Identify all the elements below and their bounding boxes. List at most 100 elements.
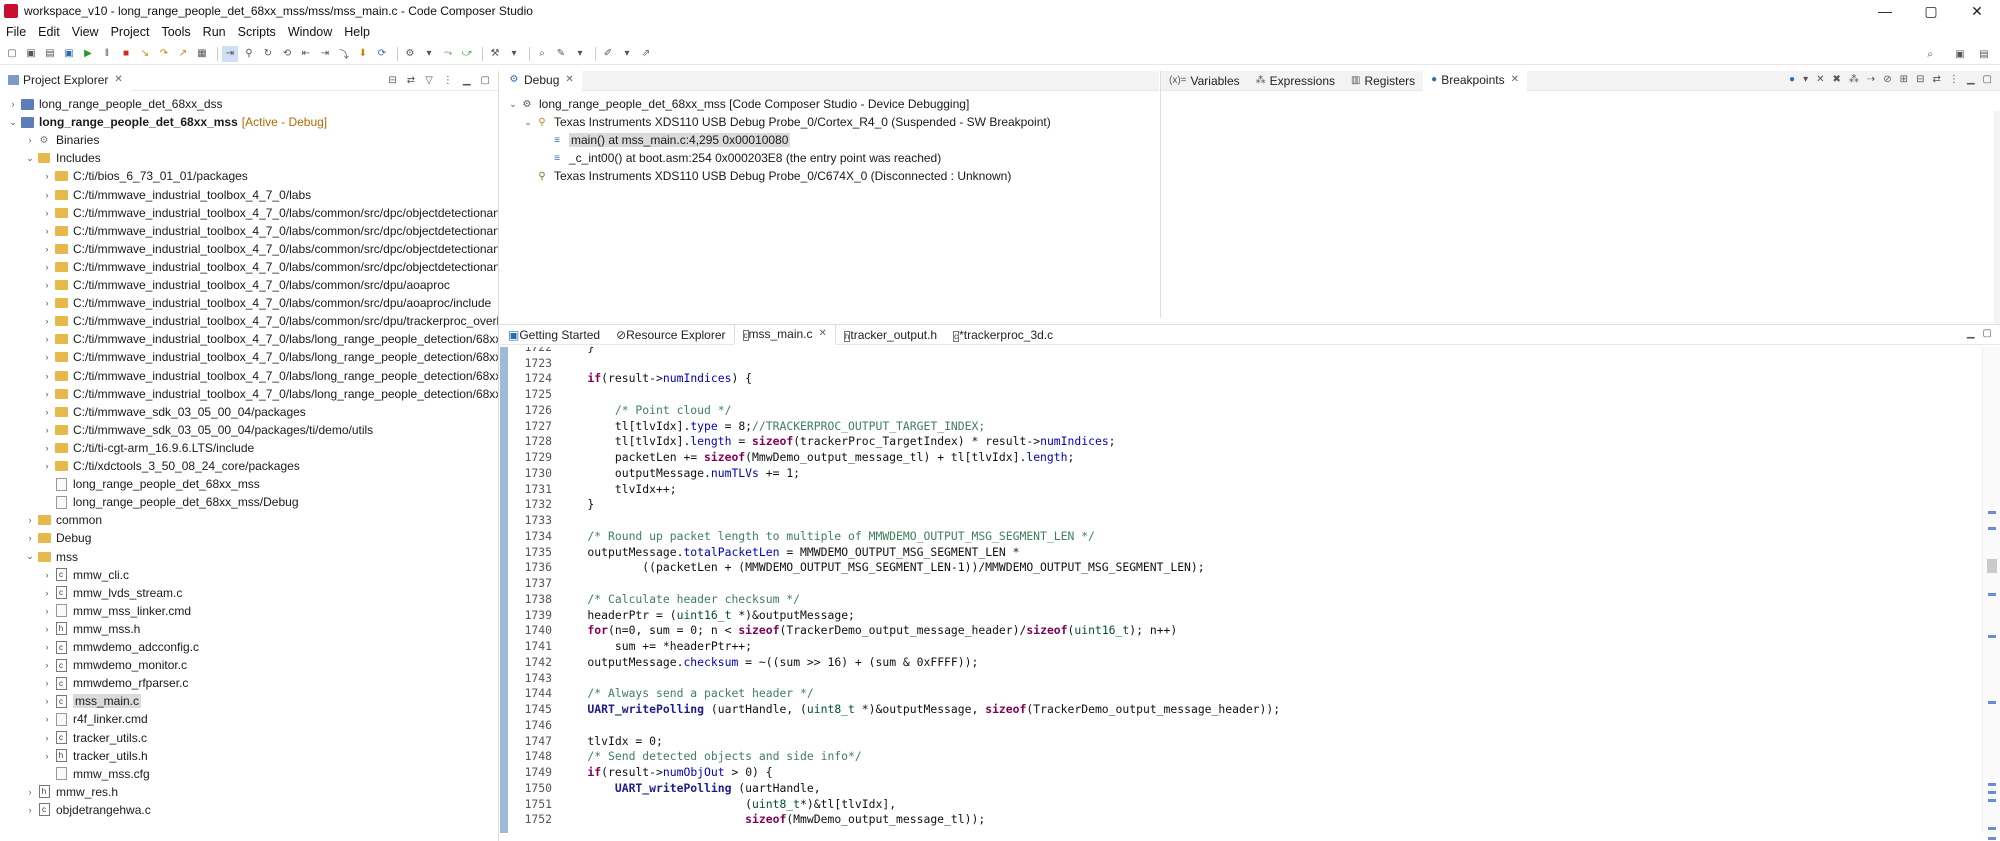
tab-project-explorer[interactable]: Project Explorer ✕: [0, 70, 131, 91]
tools-icon[interactable]: ⚒: [487, 46, 503, 62]
reset-icon[interactable]: ↻: [260, 46, 276, 62]
editor-tab[interactable]: ▣ Getting Started: [500, 325, 608, 345]
expand-icon[interactable]: ›: [42, 624, 52, 634]
expand-icon[interactable]: ›: [42, 208, 52, 218]
close-tab-icon[interactable]: ✕: [114, 74, 122, 85]
minimize-view-icon[interactable]: ▁: [463, 75, 471, 86]
maximize-view-icon[interactable]: ▢: [481, 75, 490, 86]
expand-icon[interactable]: ›: [25, 805, 35, 815]
build-dropdown-icon[interactable]: ▾: [421, 46, 437, 62]
menu-help[interactable]: Help: [344, 25, 370, 39]
tree-item[interactable]: › C:/ti/mmwave_industrial_toolbox_4_7_0/l…: [42, 258, 499, 276]
step-over-icon[interactable]: ↷: [156, 46, 172, 62]
instruction-step-icon[interactable]: ⇥: [222, 45, 238, 62]
debug-tree-item[interactable]: ≡ main() at mss_main.c:4,295 0x00010080: [538, 131, 791, 149]
tree-item[interactable]: › C:/ti/mmwave_industrial_toolbox_4_7_0/l…: [42, 367, 499, 385]
tree-item[interactable]: › c mmwdemo_monitor.c: [42, 656, 188, 674]
save-icon[interactable]: ▣: [23, 46, 39, 62]
debug-tree-item[interactable]: ⌄ ⚲ Texas Instruments XDS110 USB Debug Pro…: [523, 113, 1050, 131]
expand-icon[interactable]: ›: [42, 352, 52, 362]
expand-icon[interactable]: ›: [25, 787, 35, 797]
maximize-editor-icon[interactable]: ▢: [1983, 328, 1992, 339]
code-area[interactable]: 1722 }17231724 if(result->numIndices) {1…: [508, 347, 1970, 833]
build-icon[interactable]: ⚙: [402, 46, 418, 62]
tree-item[interactable]: › C:/ti/mmwave_industrial_toolbox_4_7_0/l…: [42, 186, 312, 204]
expand-icon[interactable]: ›: [42, 262, 52, 272]
open-external-icon[interactable]: ⇗: [638, 46, 654, 62]
expand-icon[interactable]: ›: [25, 135, 35, 145]
tree-item[interactable]: › c mmw_cli.c: [42, 566, 130, 584]
expand-icon[interactable]: ›: [42, 696, 52, 706]
pen-dropdown-icon[interactable]: ▾: [619, 46, 635, 62]
tree-item[interactable]: › mmw_mss_linker.cmd: [42, 602, 192, 620]
close-tab-icon[interactable]: ✕: [819, 328, 827, 339]
menu-view[interactable]: View: [72, 25, 99, 39]
collapse-icon[interactable]: ⌄: [8, 117, 18, 128]
expand-icon[interactable]: ›: [42, 171, 52, 181]
minimize-editor-icon[interactable]: ▁: [1967, 328, 1975, 339]
collapse-icon[interactable]: ⌄: [508, 99, 518, 110]
tree-item[interactable]: › c mss_main.c: [42, 692, 142, 710]
expand-icon[interactable]: ›: [42, 660, 52, 670]
tree-item[interactable]: › r4f_linker.cmd: [42, 710, 148, 728]
tab-registers[interactable]: ▥ Registers: [1343, 71, 1423, 91]
tree-item[interactable]: › h mmw_res.h: [25, 783, 119, 801]
expand-icon[interactable]: ›: [25, 515, 35, 525]
menu-project[interactable]: Project: [111, 25, 150, 39]
expand-icon[interactable]: ›: [42, 407, 52, 417]
tree-item[interactable]: › C:/ti/mmwave_industrial_toolbox_4_7_0/l…: [42, 385, 499, 403]
step-return-icon[interactable]: ↗: [175, 46, 191, 62]
scroll-thumb[interactable]: [1987, 559, 1997, 573]
expand-icon[interactable]: ›: [42, 642, 52, 652]
expand-icon[interactable]: ›: [42, 461, 52, 471]
tree-item[interactable]: › C:/ti/mmwave_sdk_03_05_00_04/packages: [42, 403, 306, 421]
tree-item[interactable]: › C:/ti/bios_6_73_01_01/packages: [42, 167, 248, 185]
editor-tab[interactable]: ⊘ Resource Explorer: [608, 325, 733, 345]
tree-item[interactable]: › long_range_people_det_68xx_dss: [8, 95, 223, 113]
tree-item[interactable]: › c mmwdemo_adcconfig.c: [42, 638, 200, 656]
suspend-icon[interactable]: ‖: [99, 46, 115, 62]
menu-tools[interactable]: Tools: [161, 25, 190, 39]
close-tab-icon[interactable]: ✕: [1511, 74, 1519, 85]
breakpoint-type-icon[interactable]: ●: [1789, 74, 1795, 85]
load-program-icon[interactable]: ⬇: [355, 46, 371, 62]
annotation-dropdown-icon[interactable]: ▾: [572, 46, 588, 62]
save-all-icon[interactable]: ▤: [42, 46, 58, 62]
refresh-icon[interactable]: ⟳: [374, 46, 390, 62]
tree-item[interactable]: › C:/ti/mmwave_industrial_toolbox_4_7_0/l…: [42, 204, 499, 222]
remove-breakpoint-icon[interactable]: ✕: [1816, 74, 1824, 85]
editor-tab[interactable]: h tracker_output.h: [836, 325, 945, 345]
tab-breakpoints[interactable]: ● Breakpoints ✕: [1423, 70, 1527, 91]
tree-item[interactable]: › C:/ti/mmwave_industrial_toolbox_4_7_0/l…: [42, 276, 450, 294]
expand-icon[interactable]: ›: [42, 316, 52, 326]
go-to-file-icon[interactable]: ⇢: [1867, 74, 1875, 85]
expand-icon[interactable]: ›: [42, 190, 52, 200]
tree-item[interactable]: › c mmwdemo_rfparser.c: [42, 674, 189, 692]
maximize-button[interactable]: ▢: [1908, 0, 1954, 22]
grid-icon[interactable]: ▦: [194, 46, 210, 62]
debug-tree-item[interactable]: ≡ _c_int00() at boot.asm:254 0x000203E8 (…: [538, 149, 941, 167]
expand-icon[interactable]: ›: [42, 733, 52, 743]
run-last-icon[interactable]: ⤻: [459, 46, 475, 62]
tree-item[interactable]: › C:/ti/mmwave_industrial_toolbox_4_7_0/l…: [42, 348, 499, 366]
perspective-icon[interactable]: ▣: [1952, 46, 1968, 62]
tree-item[interactable]: › c mmw_lvds_stream.c: [42, 584, 183, 602]
new-icon[interactable]: ▢: [4, 46, 20, 62]
menu-file[interactable]: File: [6, 25, 26, 39]
menu-scripts[interactable]: Scripts: [238, 25, 276, 39]
expand-icon[interactable]: ›: [42, 678, 52, 688]
link-icon[interactable]: ⚲: [241, 46, 257, 62]
tree-item[interactable]: › C:/ti/mmwave_industrial_toolbox_4_7_0/l…: [42, 240, 499, 258]
tree-item[interactable]: › C:/ti/mmwave_industrial_toolbox_4_7_0/l…: [42, 222, 499, 240]
expand-icon[interactable]: ›: [42, 588, 52, 598]
pen-icon[interactable]: ✐: [600, 46, 616, 62]
tree-item[interactable]: › C:/ti/ti-cgt-arm_16.9.6.LTS/include: [42, 439, 255, 457]
menu-window[interactable]: Window: [288, 25, 332, 39]
expand-icon[interactable]: ›: [42, 389, 52, 399]
close-button[interactable]: ✕: [1954, 0, 2000, 22]
tree-item[interactable]: mmw_mss.cfg: [42, 765, 150, 783]
expand-icon[interactable]: ›: [42, 226, 52, 236]
restart-icon[interactable]: ⟲: [279, 46, 295, 62]
tree-item[interactable]: › common: [25, 511, 103, 529]
tree-item[interactable]: ⌄ long_range_people_det_68xx_mss [Active -…: [8, 113, 327, 131]
